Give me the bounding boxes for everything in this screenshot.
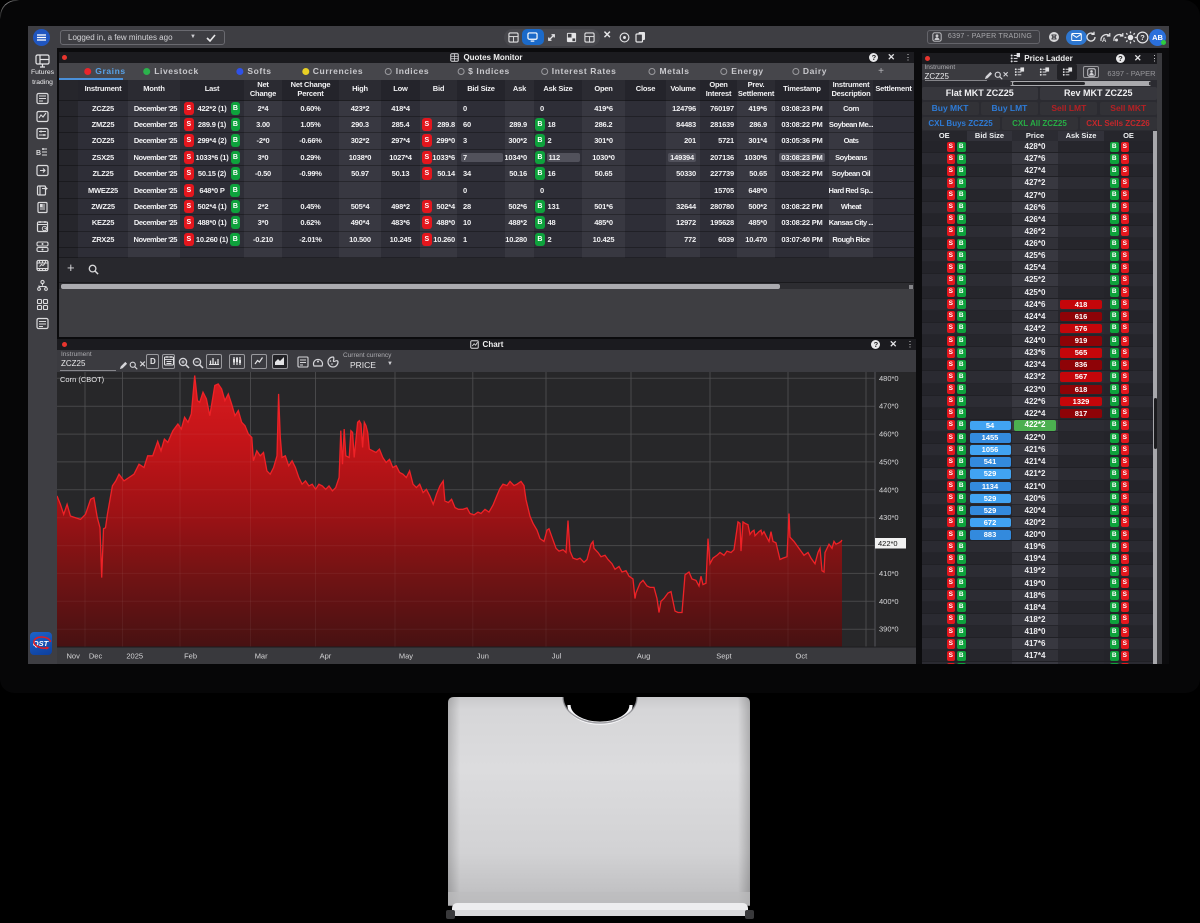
svg-text:Oct: Oct xyxy=(796,652,809,661)
svg-text:May: May xyxy=(399,652,413,661)
svg-text:422*0: 422*0 xyxy=(878,539,898,548)
svg-text:2025: 2025 xyxy=(126,652,143,661)
svg-text:450*0: 450*0 xyxy=(879,457,899,466)
svg-text:?: ? xyxy=(1140,33,1145,42)
svg-text:Sept: Sept xyxy=(716,652,732,661)
svg-text:Mar: Mar xyxy=(255,652,268,661)
svg-text:480*0: 480*0 xyxy=(879,374,899,383)
svg-text:460*0: 460*0 xyxy=(879,430,899,439)
svg-text:Aug: Aug xyxy=(637,652,650,661)
svg-text:470*0: 470*0 xyxy=(879,402,899,411)
svg-text:Feb: Feb xyxy=(184,652,197,661)
svg-text:Jul: Jul xyxy=(552,652,562,661)
svg-text:Jun: Jun xyxy=(477,652,489,661)
svg-text:410*0: 410*0 xyxy=(879,569,899,578)
svg-text:430*0: 430*0 xyxy=(879,513,899,522)
svg-text:A: A xyxy=(1102,38,1107,43)
svg-text:Nov: Nov xyxy=(67,652,81,661)
svg-text:390*0: 390*0 xyxy=(879,625,899,634)
svg-text:440*0: 440*0 xyxy=(879,485,899,494)
svg-text:400*0: 400*0 xyxy=(879,597,899,606)
svg-text:Apr: Apr xyxy=(320,652,332,661)
svg-text:B: B xyxy=(36,150,41,157)
svg-text:Dec: Dec xyxy=(89,652,103,661)
